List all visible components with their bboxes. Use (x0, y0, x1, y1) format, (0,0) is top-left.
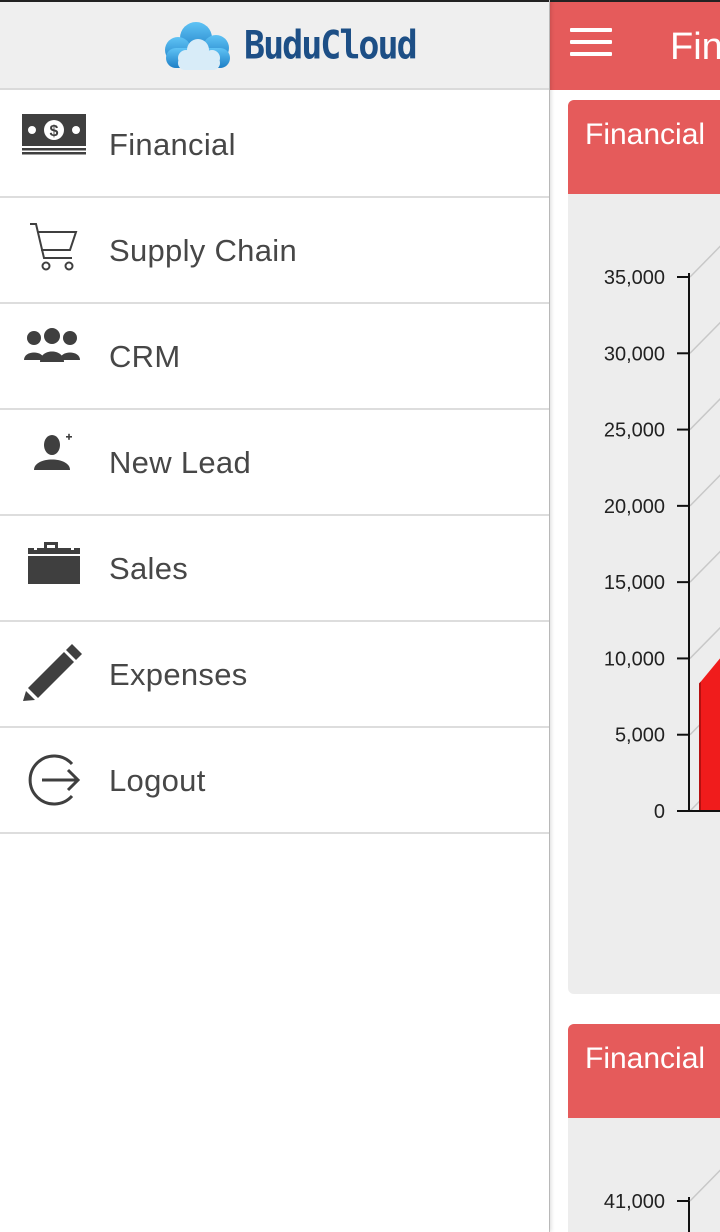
grid-line (689, 321, 720, 354)
grid-line (689, 397, 720, 431)
brand-logo[interactable]: BuduCloud (158, 18, 418, 74)
y-tick-label: 10,000 (604, 648, 665, 670)
menu-label-crm: CRM (109, 339, 181, 374)
y-tick-label: 15,000 (604, 572, 665, 594)
menu-item-crm[interactable]: CRM (0, 304, 549, 410)
main-content: Fin Financial 0 5,000 10,000 15,000 20,000 25… (549, 0, 720, 1232)
logout-icon (22, 750, 86, 810)
menu-label-expenses: Expenses (109, 657, 248, 692)
menu-label-financial: Financial (109, 127, 236, 162)
cloud-logo-icon (165, 22, 230, 70)
brand-name: BuduCloud (244, 23, 418, 69)
financial-chart-card-2: Financial 41,000 (568, 1024, 720, 1232)
menu-label-sales: Sales (109, 551, 189, 586)
y-tick-label-2: 41,000 (604, 1191, 665, 1213)
grid-line (689, 474, 720, 507)
grid-line (689, 550, 720, 583)
menu-item-sales[interactable]: Sales (0, 516, 549, 622)
menu-item-new-lead[interactable]: New Lead (0, 410, 549, 516)
shopping-cart-icon (22, 220, 86, 280)
drawer-menu: $ Financial Supply Chain CRM New Lead Sa… (0, 92, 549, 834)
menu-label-new-lead: New Lead (109, 445, 251, 480)
financial-area-chart-2: 41,000 (604, 1169, 720, 1232)
grid-line (689, 245, 720, 278)
menu-item-financial[interactable]: $ Financial (0, 92, 549, 198)
financial-chart-card: Financial 0 5,000 10,000 15,000 20,000 25,000… (568, 100, 720, 994)
menu-label-logout: Logout (109, 763, 206, 798)
area-series-edge (699, 681, 701, 811)
pencil-icon (22, 644, 86, 704)
menu-label-supply-chain: Supply Chain (109, 233, 297, 268)
users-icon (22, 326, 86, 386)
grid-line (689, 626, 720, 659)
svg-text:$: $ (50, 123, 59, 140)
y-tick-label: 30,000 (604, 343, 665, 365)
grid-line-2 (689, 1169, 720, 1202)
drawer-header: BuduCloud (0, 2, 549, 90)
y-tick-label: 0 (654, 801, 665, 823)
y-tick-label: 20,000 (604, 496, 665, 518)
y-tick-label: 5,000 (615, 725, 665, 747)
menu-item-supply-chain[interactable]: Supply Chain (0, 198, 549, 304)
app-bar: Fin (550, 2, 720, 90)
add-user-icon (22, 432, 86, 492)
hamburger-menu-icon[interactable] (570, 28, 612, 60)
money-icon: $ (22, 114, 86, 174)
menu-item-expenses[interactable]: Expenses (0, 622, 549, 728)
navigation-drawer: BuduCloud $ Financial Supply Chain CRM N… (0, 0, 549, 1232)
y-tick-label: 25,000 (604, 420, 665, 442)
y-tick-label: 35,000 (604, 267, 665, 289)
menu-item-logout[interactable]: Logout (0, 728, 549, 834)
financial-area-chart: 0 5,000 10,000 15,000 20,000 25,000 30,000 35,0… (604, 245, 720, 823)
briefcase-icon (22, 538, 86, 598)
page-title: Fin (670, 26, 720, 68)
area-series (701, 658, 720, 811)
